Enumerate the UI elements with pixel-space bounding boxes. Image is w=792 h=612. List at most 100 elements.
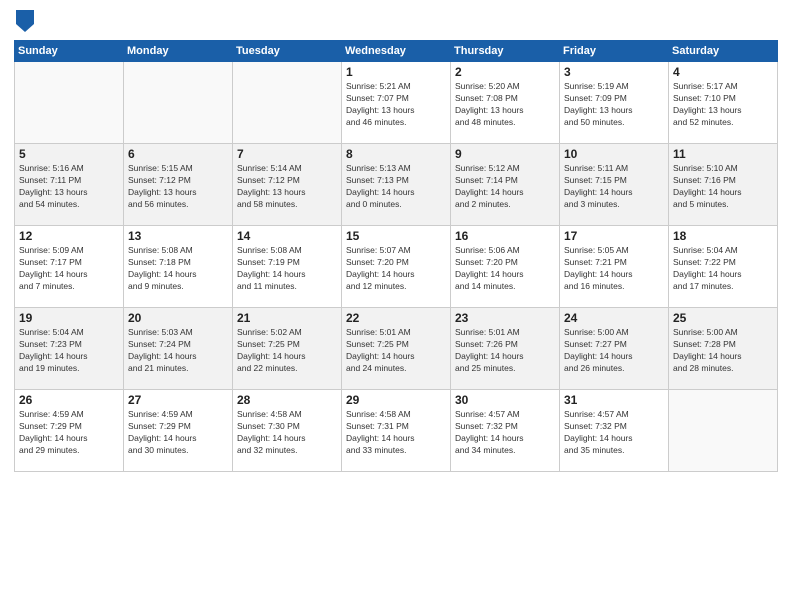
day-info: Sunrise: 5:06 AMSunset: 7:20 PMDaylight:…: [455, 245, 555, 293]
day-info: Sunrise: 5:08 AMSunset: 7:18 PMDaylight:…: [128, 245, 228, 293]
day-info: Sunrise: 5:04 AMSunset: 7:22 PMDaylight:…: [673, 245, 773, 293]
calendar-day-cell: 24 Sunrise: 5:00 AMSunset: 7:27 PMDayligh…: [560, 308, 669, 390]
day-number: 24: [564, 311, 664, 325]
day-number: 26: [19, 393, 119, 407]
day-info: Sunrise: 5:16 AMSunset: 7:11 PMDaylight:…: [19, 163, 119, 211]
day-number: 11: [673, 147, 773, 161]
day-info: Sunrise: 5:11 AMSunset: 7:15 PMDaylight:…: [564, 163, 664, 211]
day-info: Sunrise: 5:00 AMSunset: 7:27 PMDaylight:…: [564, 327, 664, 375]
calendar-header-row: SundayMondayTuesdayWednesdayThursdayFrid…: [15, 41, 778, 62]
day-number: 21: [237, 311, 337, 325]
day-info: Sunrise: 5:13 AMSunset: 7:13 PMDaylight:…: [346, 163, 446, 211]
calendar-day-cell: [669, 390, 778, 472]
calendar-header-wednesday: Wednesday: [342, 41, 451, 62]
calendar-header-monday: Monday: [124, 41, 233, 62]
header: [14, 10, 778, 32]
day-number: 30: [455, 393, 555, 407]
calendar-day-cell: [233, 62, 342, 144]
day-number: 15: [346, 229, 446, 243]
day-info: Sunrise: 5:00 AMSunset: 7:28 PMDaylight:…: [673, 327, 773, 375]
calendar-day-cell: [15, 62, 124, 144]
calendar-day-cell: 29 Sunrise: 4:58 AMSunset: 7:31 PMDayligh…: [342, 390, 451, 472]
day-number: 7: [237, 147, 337, 161]
day-info: Sunrise: 4:59 AMSunset: 7:29 PMDaylight:…: [128, 409, 228, 457]
day-info: Sunrise: 5:12 AMSunset: 7:14 PMDaylight:…: [455, 163, 555, 211]
day-info: Sunrise: 5:21 AMSunset: 7:07 PMDaylight:…: [346, 81, 446, 129]
calendar-day-cell: 20 Sunrise: 5:03 AMSunset: 7:24 PMDayligh…: [124, 308, 233, 390]
day-info: Sunrise: 5:14 AMSunset: 7:12 PMDaylight:…: [237, 163, 337, 211]
day-number: 29: [346, 393, 446, 407]
calendar-day-cell: 26 Sunrise: 4:59 AMSunset: 7:29 PMDayligh…: [15, 390, 124, 472]
calendar-day-cell: 16 Sunrise: 5:06 AMSunset: 7:20 PMDayligh…: [451, 226, 560, 308]
day-info: Sunrise: 4:57 AMSunset: 7:32 PMDaylight:…: [564, 409, 664, 457]
calendar-day-cell: 10 Sunrise: 5:11 AMSunset: 7:15 PMDayligh…: [560, 144, 669, 226]
calendar-table: SundayMondayTuesdayWednesdayThursdayFrid…: [14, 40, 778, 472]
day-info: Sunrise: 5:19 AMSunset: 7:09 PMDaylight:…: [564, 81, 664, 129]
logo-icon: [16, 10, 34, 32]
day-number: 31: [564, 393, 664, 407]
calendar-day-cell: 27 Sunrise: 4:59 AMSunset: 7:29 PMDayligh…: [124, 390, 233, 472]
day-info: Sunrise: 5:03 AMSunset: 7:24 PMDaylight:…: [128, 327, 228, 375]
calendar-day-cell: 28 Sunrise: 4:58 AMSunset: 7:30 PMDayligh…: [233, 390, 342, 472]
day-number: 6: [128, 147, 228, 161]
day-number: 3: [564, 65, 664, 79]
calendar-day-cell: 13 Sunrise: 5:08 AMSunset: 7:18 PMDayligh…: [124, 226, 233, 308]
day-number: 25: [673, 311, 773, 325]
calendar-day-cell: 14 Sunrise: 5:08 AMSunset: 7:19 PMDayligh…: [233, 226, 342, 308]
calendar-header-tuesday: Tuesday: [233, 41, 342, 62]
calendar-day-cell: 23Sunrise: 5:01 AMSunset: 7:26 PMDayligh…: [451, 308, 560, 390]
calendar-day-cell: [124, 62, 233, 144]
calendar-day-cell: 21 Sunrise: 5:02 AMSunset: 7:25 PMDayligh…: [233, 308, 342, 390]
day-number: 20: [128, 311, 228, 325]
day-number: 2: [455, 65, 555, 79]
day-info: Sunrise: 5:10 AMSunset: 7:16 PMDaylight:…: [673, 163, 773, 211]
day-number: 12: [19, 229, 119, 243]
day-info: Sunrise: 5:01 AMSunset: 7:25 PMDaylight:…: [346, 327, 446, 375]
calendar-header-friday: Friday: [560, 41, 669, 62]
day-info: Sunrise: 5:04 AMSunset: 7:23 PMDaylight:…: [19, 327, 119, 375]
day-number: 16: [455, 229, 555, 243]
day-number: 22: [346, 311, 446, 325]
day-number: 17: [564, 229, 664, 243]
day-number: 10: [564, 147, 664, 161]
calendar-week-row: 1 Sunrise: 5:21 AMSunset: 7:07 PMDaylight…: [15, 62, 778, 144]
day-number: 8: [346, 147, 446, 161]
day-number: 27: [128, 393, 228, 407]
day-number: 18: [673, 229, 773, 243]
calendar-day-cell: 31 Sunrise: 4:57 AMSunset: 7:32 PMDayligh…: [560, 390, 669, 472]
calendar-day-cell: 17 Sunrise: 5:05 AMSunset: 7:21 PMDayligh…: [560, 226, 669, 308]
calendar-day-cell: 25 Sunrise: 5:00 AMSunset: 7:28 PMDayligh…: [669, 308, 778, 390]
day-number: 9: [455, 147, 555, 161]
calendar-body: 1 Sunrise: 5:21 AMSunset: 7:07 PMDaylight…: [15, 62, 778, 472]
day-info: Sunrise: 4:58 AMSunset: 7:31 PMDaylight:…: [346, 409, 446, 457]
calendar-week-row: 12Sunrise: 5:09 AMSunset: 7:17 PMDayligh…: [15, 226, 778, 308]
calendar-day-cell: 6Sunrise: 5:15 AMSunset: 7:12 PMDaylight…: [124, 144, 233, 226]
calendar-header-sunday: Sunday: [15, 41, 124, 62]
day-number: 1: [346, 65, 446, 79]
calendar-day-cell: 5 Sunrise: 5:16 AMSunset: 7:11 PMDaylight…: [15, 144, 124, 226]
day-number: 28: [237, 393, 337, 407]
day-info: Sunrise: 5:20 AMSunset: 7:08 PMDaylight:…: [455, 81, 555, 129]
day-info: Sunrise: 5:17 AMSunset: 7:10 PMDaylight:…: [673, 81, 773, 129]
calendar-day-cell: 3 Sunrise: 5:19 AMSunset: 7:09 PMDaylight…: [560, 62, 669, 144]
day-info: Sunrise: 5:07 AMSunset: 7:20 PMDaylight:…: [346, 245, 446, 293]
day-info: Sunrise: 5:02 AMSunset: 7:25 PMDaylight:…: [237, 327, 337, 375]
calendar-day-cell: 22 Sunrise: 5:01 AMSunset: 7:25 PMDayligh…: [342, 308, 451, 390]
calendar-day-cell: 15 Sunrise: 5:07 AMSunset: 7:20 PMDayligh…: [342, 226, 451, 308]
day-info: Sunrise: 4:58 AMSunset: 7:30 PMDaylight:…: [237, 409, 337, 457]
calendar-day-cell: 1 Sunrise: 5:21 AMSunset: 7:07 PMDaylight…: [342, 62, 451, 144]
calendar-week-row: 26 Sunrise: 4:59 AMSunset: 7:29 PMDayligh…: [15, 390, 778, 472]
day-number: 14: [237, 229, 337, 243]
calendar-day-cell: 4 Sunrise: 5:17 AMSunset: 7:10 PMDaylight…: [669, 62, 778, 144]
calendar-day-cell: 30Sunrise: 4:57 AMSunset: 7:32 PMDayligh…: [451, 390, 560, 472]
day-info: Sunrise: 4:59 AMSunset: 7:29 PMDaylight:…: [19, 409, 119, 457]
day-info: Sunrise: 5:05 AMSunset: 7:21 PMDaylight:…: [564, 245, 664, 293]
day-info: Sunrise: 5:08 AMSunset: 7:19 PMDaylight:…: [237, 245, 337, 293]
calendar-day-cell: 2 Sunrise: 5:20 AMSunset: 7:08 PMDaylight…: [451, 62, 560, 144]
day-number: 4: [673, 65, 773, 79]
day-number: 13: [128, 229, 228, 243]
calendar-day-cell: 12Sunrise: 5:09 AMSunset: 7:17 PMDayligh…: [15, 226, 124, 308]
day-number: 5: [19, 147, 119, 161]
calendar-day-cell: 18 Sunrise: 5:04 AMSunset: 7:22 PMDayligh…: [669, 226, 778, 308]
page: SundayMondayTuesdayWednesdayThursdayFrid…: [0, 0, 792, 612]
